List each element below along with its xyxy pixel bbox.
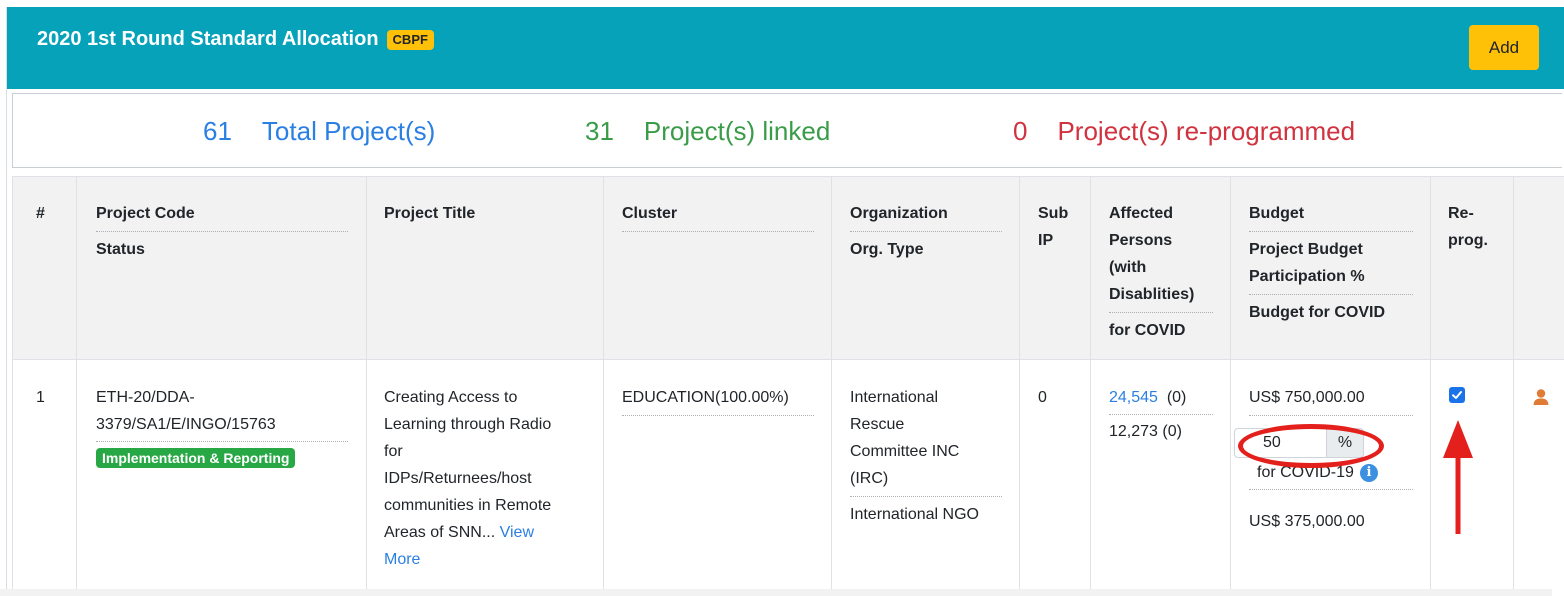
organization-line: Committee INC [850,443,960,460]
total-projects-label: Total Project(s) [261,116,436,146]
budget-cell: US$ 750,000.00 [1249,384,1413,416]
col-organization-label: Organization [850,200,1002,232]
view-more-link[interactable]: View [500,524,534,541]
col-budget[interactable]: Budget Project Budget Participation % Bu… [1249,200,1413,326]
col-sub-ip-line2: IP [1038,232,1054,249]
col-affected-persons[interactable]: Affected Persons (with Disablities) for … [1109,200,1213,344]
organization-cell: International Rescue Committee INC (IRC)… [850,384,1002,528]
reprogrammed-projects-stat[interactable]: 0 Project(s) re-programmed [1013,116,1355,147]
participation-percent-input[interactable] [1234,428,1326,458]
project-title-line: for [384,443,403,460]
organization-line: International [850,389,939,406]
col-sub-ip[interactable]: Sub IP [1038,200,1068,254]
sub-ip-value: 0 [1038,389,1047,406]
col-affected-line1: Affected [1109,205,1174,222]
project-title-line: Areas of SNN... [384,524,496,541]
col-budget-covid-label: Budget for COVID [1249,304,1385,321]
cluster-value: EDUCATION(100.00%) [622,384,814,416]
add-button[interactable]: Add [1469,25,1539,70]
project-title-cell: Creating Access to Learning through Radi… [384,384,589,573]
allocation-title-text: 2020 1st Round Standard Allocation [37,28,379,50]
covid-19-label: for COVID-19 [1257,464,1354,481]
col-cluster[interactable]: Cluster [622,200,814,232]
col-participation-line2: Participation % [1249,263,1413,295]
col-org-type-label: Org. Type [850,241,924,258]
affected-cell: 24,545 (0) 12,273 (0) [1109,384,1213,445]
project-title-line: communities in Remote [384,497,552,514]
next-row-edge [0,589,1552,596]
annotation-arrow [1443,420,1473,534]
org-type-value: International NGO [850,506,979,523]
budget-value: US$ 750,000.00 [1249,384,1413,416]
reprog-checkbox[interactable] [1449,387,1465,403]
col-project-title[interactable]: Project Title [384,200,475,227]
col-affected-line4: Disablities) [1109,281,1213,313]
total-projects-count: 61 [203,116,232,146]
reprogrammed-projects-count: 0 [1013,116,1028,146]
affected-disabilities: (0) [1166,389,1187,406]
cluster-cell: EDUCATION(100.00%) [622,384,814,416]
col-for-covid-label: for COVID [1109,322,1186,339]
affected-persons-link[interactable]: 24,545 [1109,389,1158,406]
checkbox-icon [1452,391,1462,399]
user-icon[interactable] [1532,388,1550,406]
allocation-title: 2020 1st Round Standard Allocation CBPF [37,28,434,51]
status-badge: Implementation & Reporting [96,448,296,468]
col-status-label: Status [96,241,145,258]
project-code-line1: ETH-20/DDA- [96,389,195,406]
col-reprog-line1: Re- [1448,205,1474,222]
project-code-cell: ETH-20/DDA- 3379/SA1/E/INGO/15763 Implem… [96,384,348,472]
col-affected-line3: (with [1109,259,1147,276]
col-participation-line1: Project Budget [1249,241,1363,258]
project-title-line: IDPs/Returnees/host [384,470,532,487]
card-header: 2020 1st Round Standard Allocation CBPF … [7,7,1564,89]
budget-covid-value: US$ 375,000.00 [1249,513,1365,530]
total-projects-stat[interactable]: 61 Total Project(s) [203,116,435,147]
organization-line: Rescue [850,416,905,433]
linked-projects-stat[interactable]: 31 Project(s) linked [585,116,830,147]
col-budget-label: Budget [1249,200,1413,232]
col-affected-line2: Persons [1109,232,1173,249]
participation-percent-group: % [1234,428,1379,462]
percent-addon: % [1326,428,1364,458]
cbpf-badge: CBPF [386,29,434,50]
project-title-line: Creating Access to [384,389,518,406]
col-sub-ip-line1: Sub [1038,205,1069,222]
col-reprog-line2: prog. [1448,232,1488,249]
col-project-code[interactable]: Project Code Status [96,200,348,263]
organization-line: (IRC) [850,465,1002,497]
col-reprogrammed[interactable]: Re- prog. [1448,200,1488,254]
col-project-code-label: Project Code [96,200,348,232]
view-more-link-cont[interactable]: More [384,546,589,573]
row-number: 1 [36,389,45,406]
project-summary: 61 Total Project(s) 31 Project(s) linked 0… [12,93,1562,168]
project-title-line: Learning through Radio [384,416,552,433]
reprogrammed-projects-label: Project(s) re-programmed [1057,116,1356,146]
col-cluster-label: Cluster [622,200,814,232]
covid-affected-value: 12,273 (0) [1109,423,1182,440]
linked-projects-label: Project(s) linked [643,116,831,146]
project-code-line2: 3379/SA1/E/INGO/15763 [96,411,348,442]
linked-projects-count: 31 [585,116,614,146]
col-organization[interactable]: Organization Org. Type [850,200,1002,263]
col-number: # [36,205,45,222]
projects-table: # Project Code Status Project Title Clus… [12,176,1564,596]
covid-label-line: for COVID-19 i [1257,459,1378,486]
info-icon[interactable]: i [1359,463,1378,482]
